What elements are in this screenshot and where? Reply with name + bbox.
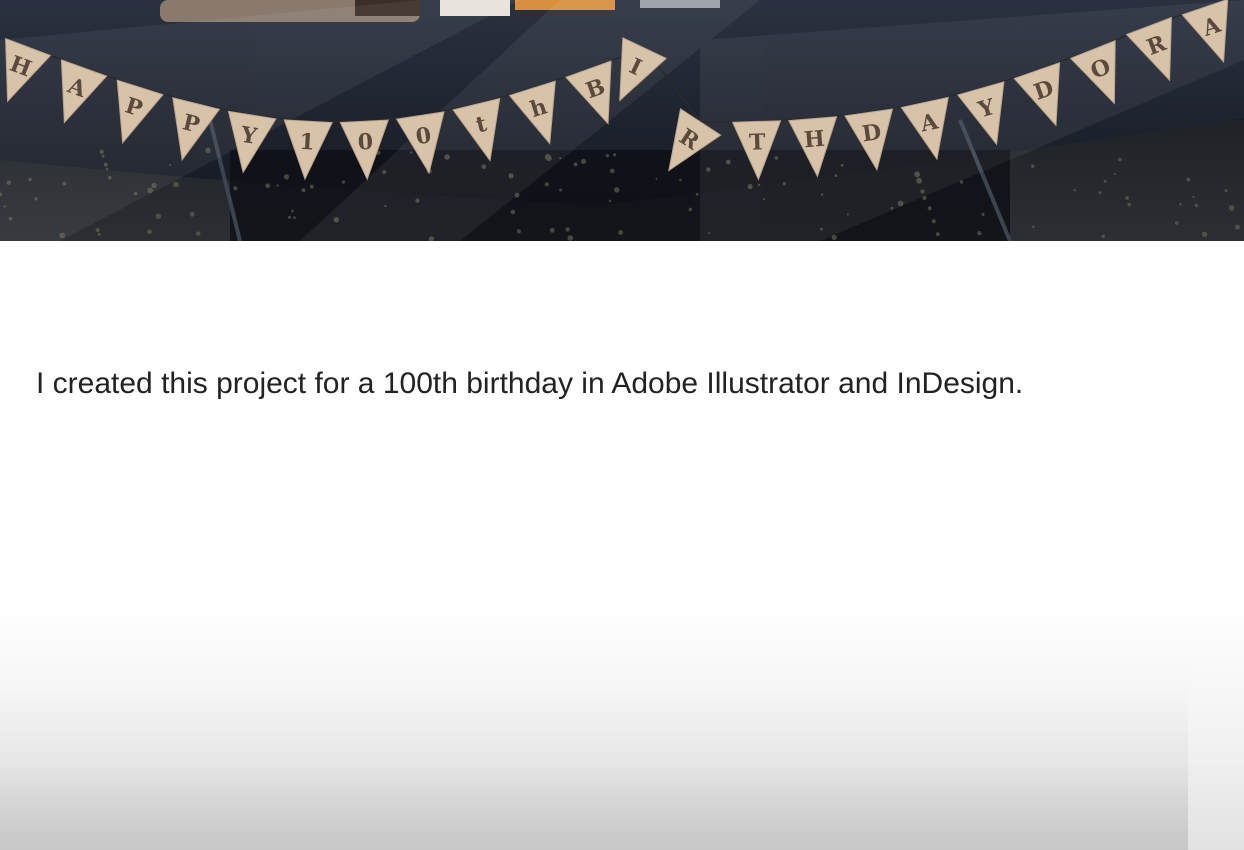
carpet-speck bbox=[1175, 221, 1179, 225]
carpet-speck bbox=[1224, 189, 1228, 193]
carpet-speck bbox=[510, 209, 516, 215]
carpet-speck bbox=[173, 181, 179, 188]
carpet-speck bbox=[1235, 224, 1240, 230]
carpet-speck bbox=[283, 174, 290, 180]
pennant-letter: D bbox=[860, 119, 883, 147]
carpet-speck bbox=[1098, 191, 1102, 195]
carpet-speck bbox=[679, 178, 682, 182]
carpet-speck bbox=[981, 212, 985, 216]
carpet-speck bbox=[97, 232, 101, 236]
carpet-speck bbox=[688, 207, 693, 212]
banner-photo-drawing: HAPP Y 1 0 0 thBIR T H D A YDORA bbox=[0, 0, 1244, 241]
carpet-speck bbox=[1073, 189, 1076, 192]
carpet-speck bbox=[233, 186, 238, 191]
carpet-speck bbox=[567, 235, 574, 241]
carpet-speck bbox=[276, 184, 279, 187]
carpet-speck bbox=[1192, 195, 1195, 198]
bottom-haze bbox=[0, 760, 1188, 850]
pennant-letter: 1 bbox=[299, 129, 316, 156]
carpet-speck bbox=[695, 192, 699, 196]
carpet-speck bbox=[544, 182, 549, 187]
carpet-speck bbox=[1031, 164, 1035, 168]
carpet-speck bbox=[196, 231, 201, 236]
pennant-letter: T bbox=[749, 129, 767, 156]
carpet-speck bbox=[1125, 196, 1129, 200]
carpet-speck bbox=[609, 168, 615, 174]
carpet-speck bbox=[614, 187, 620, 193]
birthday-banner-photo: HAPPY100thBIRTHDAYDORA bbox=[0, 0, 1244, 241]
carpet-speck bbox=[341, 180, 346, 184]
carpet-speck bbox=[1194, 203, 1199, 208]
carpet-speck bbox=[516, 229, 522, 234]
carpet-speck bbox=[1127, 202, 1131, 207]
carpet-speck bbox=[147, 229, 152, 235]
carpet-speck bbox=[265, 183, 271, 189]
carpet-speck bbox=[573, 162, 578, 167]
carpet-speck bbox=[931, 219, 936, 224]
carpet-speck bbox=[1118, 157, 1122, 162]
carpet-speck bbox=[549, 227, 555, 233]
carpet-speck bbox=[927, 206, 932, 211]
carpet-speck bbox=[1186, 177, 1191, 182]
carpet-speck bbox=[1113, 173, 1116, 176]
carpet-speck bbox=[608, 199, 612, 203]
pennant-letter: 0 bbox=[357, 129, 374, 156]
carpet-speck bbox=[288, 215, 292, 219]
page: HAPPY100thBIRTHDAYDORA I created this pr… bbox=[0, 0, 1244, 850]
carpet-speck bbox=[559, 188, 563, 192]
carpet-speck bbox=[613, 153, 617, 157]
carpet-speck bbox=[580, 158, 587, 164]
carpet-speck bbox=[1103, 179, 1107, 183]
bottom-right-edge bbox=[1188, 600, 1244, 850]
carpet-speck bbox=[1201, 231, 1208, 237]
carpet-speck bbox=[618, 230, 623, 235]
project-description: I created this project for a 100th birth… bbox=[36, 367, 1024, 400]
carpet-speck bbox=[565, 227, 570, 232]
carpet-speck bbox=[1230, 208, 1234, 212]
carpet-speck bbox=[309, 184, 314, 189]
carpet-speck bbox=[189, 211, 195, 217]
carpet-speck bbox=[977, 231, 982, 236]
carpet-speck bbox=[1101, 234, 1106, 239]
carpet-speck bbox=[293, 216, 296, 219]
carpet-speck bbox=[605, 154, 610, 158]
carpet-speck bbox=[1179, 202, 1182, 206]
carpet-speck bbox=[301, 188, 306, 193]
carpet-speck bbox=[155, 213, 161, 219]
carpet-speck bbox=[1032, 225, 1035, 228]
carpet-speck bbox=[935, 232, 940, 237]
pennant-letter: H bbox=[803, 126, 826, 154]
bottom-background-fade bbox=[0, 600, 1244, 850]
carpet-speck bbox=[291, 209, 294, 213]
carpet-speck bbox=[95, 227, 100, 233]
carpet-speck bbox=[655, 177, 658, 180]
